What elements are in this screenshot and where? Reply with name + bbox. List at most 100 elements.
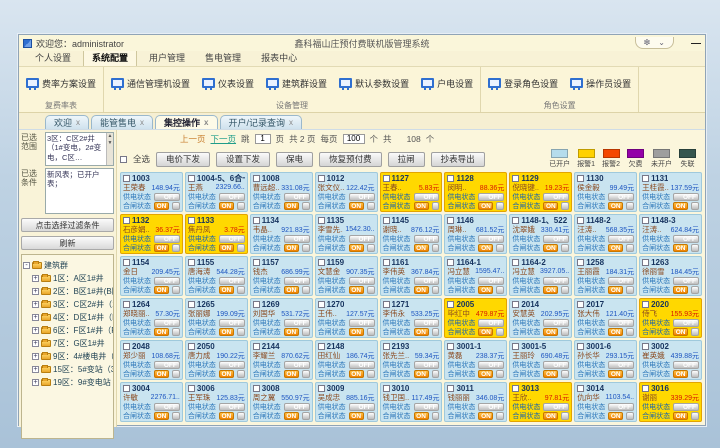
supply-status-toggle[interactable]: OFF [478,403,504,411]
supply-status-toggle[interactable]: OFF [414,361,440,369]
supply-status-toggle[interactable]: OFF [154,277,180,285]
supply-status-toggle[interactable]: OFF [219,277,245,285]
supply-status-toggle[interactable]: OFF [219,403,245,411]
skin-icon[interactable]: ❇ [644,38,651,47]
supply-status-toggle[interactable]: OFF [414,277,440,285]
gate-on-button[interactable]: ON [219,202,234,210]
gate-on-button[interactable]: ON [673,370,688,378]
ribbon-button-1-1[interactable]: 费率方案设置 [23,75,99,92]
supply-status-toggle[interactable]: OFF [284,403,310,411]
card-checkbox[interactable] [447,175,454,182]
card-checkbox[interactable] [318,343,325,350]
gate-status-toggle[interactable] [237,328,245,336]
card-checkbox[interactable] [318,301,325,308]
ribbon-button-3-1[interactable]: 登录角色设置 [485,75,561,92]
selected-condition-listbox[interactable]: 新风表；已开户表； [45,168,114,214]
next-page-link[interactable]: 下一页 [211,133,237,145]
supply-status-toggle[interactable]: OFF [608,403,634,411]
supply-status-toggle[interactable]: OFF [154,193,180,201]
gate-on-button[interactable]: ON [543,412,558,420]
tree-item-2[interactable]: +2区：B区1#井(B区1#) [23,286,112,297]
gate-on-button[interactable]: ON [219,244,234,252]
supply-status-toggle[interactable]: OFF [349,235,375,243]
gate-status-toggle[interactable] [561,244,569,252]
supply-status-toggle[interactable]: OFF [608,277,634,285]
gate-status-toggle[interactable] [432,370,440,378]
gate-on-button[interactable]: ON [154,328,169,336]
expand-icon[interactable]: + [32,288,39,295]
supply-status-toggle[interactable]: OFF [219,193,245,201]
card-checkbox[interactable] [188,175,195,182]
tree-item-5[interactable]: +6区：F区1#井（F区1#… [23,325,112,336]
gate-on-button[interactable]: ON [284,286,299,294]
per-page-input[interactable] [343,134,365,144]
expand-icon[interactable]: + [32,379,39,386]
gate-status-toggle[interactable] [172,328,180,336]
supply-status-toggle[interactable]: OFF [349,277,375,285]
gate-on-button[interactable]: ON [478,244,493,252]
supply-status-toggle[interactable]: OFF [673,403,699,411]
tab-close-icon[interactable]: x [140,118,144,127]
gate-on-button[interactable]: ON [349,202,364,210]
card-checkbox[interactable] [642,385,649,392]
card-checkbox[interactable] [383,301,390,308]
card-checkbox[interactable] [447,343,454,350]
gate-status-toggle[interactable] [367,370,375,378]
supply-status-toggle[interactable]: OFF [219,319,245,327]
tab-2[interactable]: 能管售电x [91,115,153,129]
supply-status-toggle[interactable]: OFF [673,361,699,369]
card-checkbox[interactable] [123,217,130,224]
gate-status-toggle[interactable] [691,202,699,210]
ribbon-button-2-3[interactable]: 建筑群设置 [263,75,330,92]
skin-selector[interactable]: ❇ ⌄ [635,37,674,49]
card-checkbox[interactable] [318,385,325,392]
card-checkbox[interactable] [512,217,519,224]
ribbon-button-2-1[interactable]: 通信管理机设置 [108,75,193,92]
supply-status-toggle[interactable]: OFF [284,193,310,201]
menu-item-4[interactable]: 售电管理 [197,49,249,66]
gate-status-toggle[interactable] [432,286,440,294]
gate-status-toggle[interactable] [367,286,375,294]
card-checkbox[interactable] [383,217,390,224]
gate-status-toggle[interactable] [496,286,504,294]
gate-status-toggle[interactable] [237,244,245,252]
card-checkbox[interactable] [642,175,649,182]
gate-status-toggle[interactable] [172,370,180,378]
card-checkbox[interactable] [577,385,584,392]
card-checkbox[interactable] [253,217,260,224]
gate-status-toggle[interactable] [561,202,569,210]
gate-status-toggle[interactable] [691,244,699,252]
card-checkbox[interactable] [188,385,195,392]
menu-item-5[interactable]: 报表中心 [253,49,305,66]
toolbar-button-6[interactable]: 抄表导出 [431,152,485,167]
gate-on-button[interactable]: ON [478,202,493,210]
supply-status-toggle[interactable]: OFF [478,319,504,327]
supply-status-toggle[interactable]: OFF [284,235,310,243]
gate-status-toggle[interactable] [237,202,245,210]
tree-item-9[interactable]: +19区：9#变电站（2#… [23,377,112,388]
card-checkbox[interactable] [447,301,454,308]
card-checkbox[interactable] [383,385,390,392]
chevron-down-icon[interactable]: ⌄ [658,38,665,47]
tree-item-3[interactable]: +3区：C区2#井（1#变… [23,299,112,310]
card-checkbox[interactable] [512,259,519,266]
supply-status-toggle[interactable]: OFF [673,277,699,285]
gate-on-button[interactable]: ON [284,202,299,210]
card-checkbox[interactable] [577,343,584,350]
gate-status-toggle[interactable] [626,202,634,210]
gate-status-toggle[interactable] [432,244,440,252]
gate-on-button[interactable]: ON [478,286,493,294]
supply-status-toggle[interactable]: OFF [478,235,504,243]
tree-item-7[interactable]: +9区：4#楼电井（4#楼… [23,351,112,362]
tab-3[interactable]: 集控操作x [155,115,217,129]
card-checkbox[interactable] [123,343,130,350]
gate-on-button[interactable]: ON [543,286,558,294]
gate-on-button[interactable]: ON [608,202,623,210]
card-checkbox[interactable] [642,343,649,350]
gate-status-toggle[interactable] [626,244,634,252]
expand-icon[interactable]: + [32,327,39,334]
gate-status-toggle[interactable] [626,328,634,336]
card-checkbox[interactable] [642,259,649,266]
tree-root[interactable]: -建筑群 [23,260,112,271]
menu-item-3[interactable]: 用户管理 [141,49,193,66]
